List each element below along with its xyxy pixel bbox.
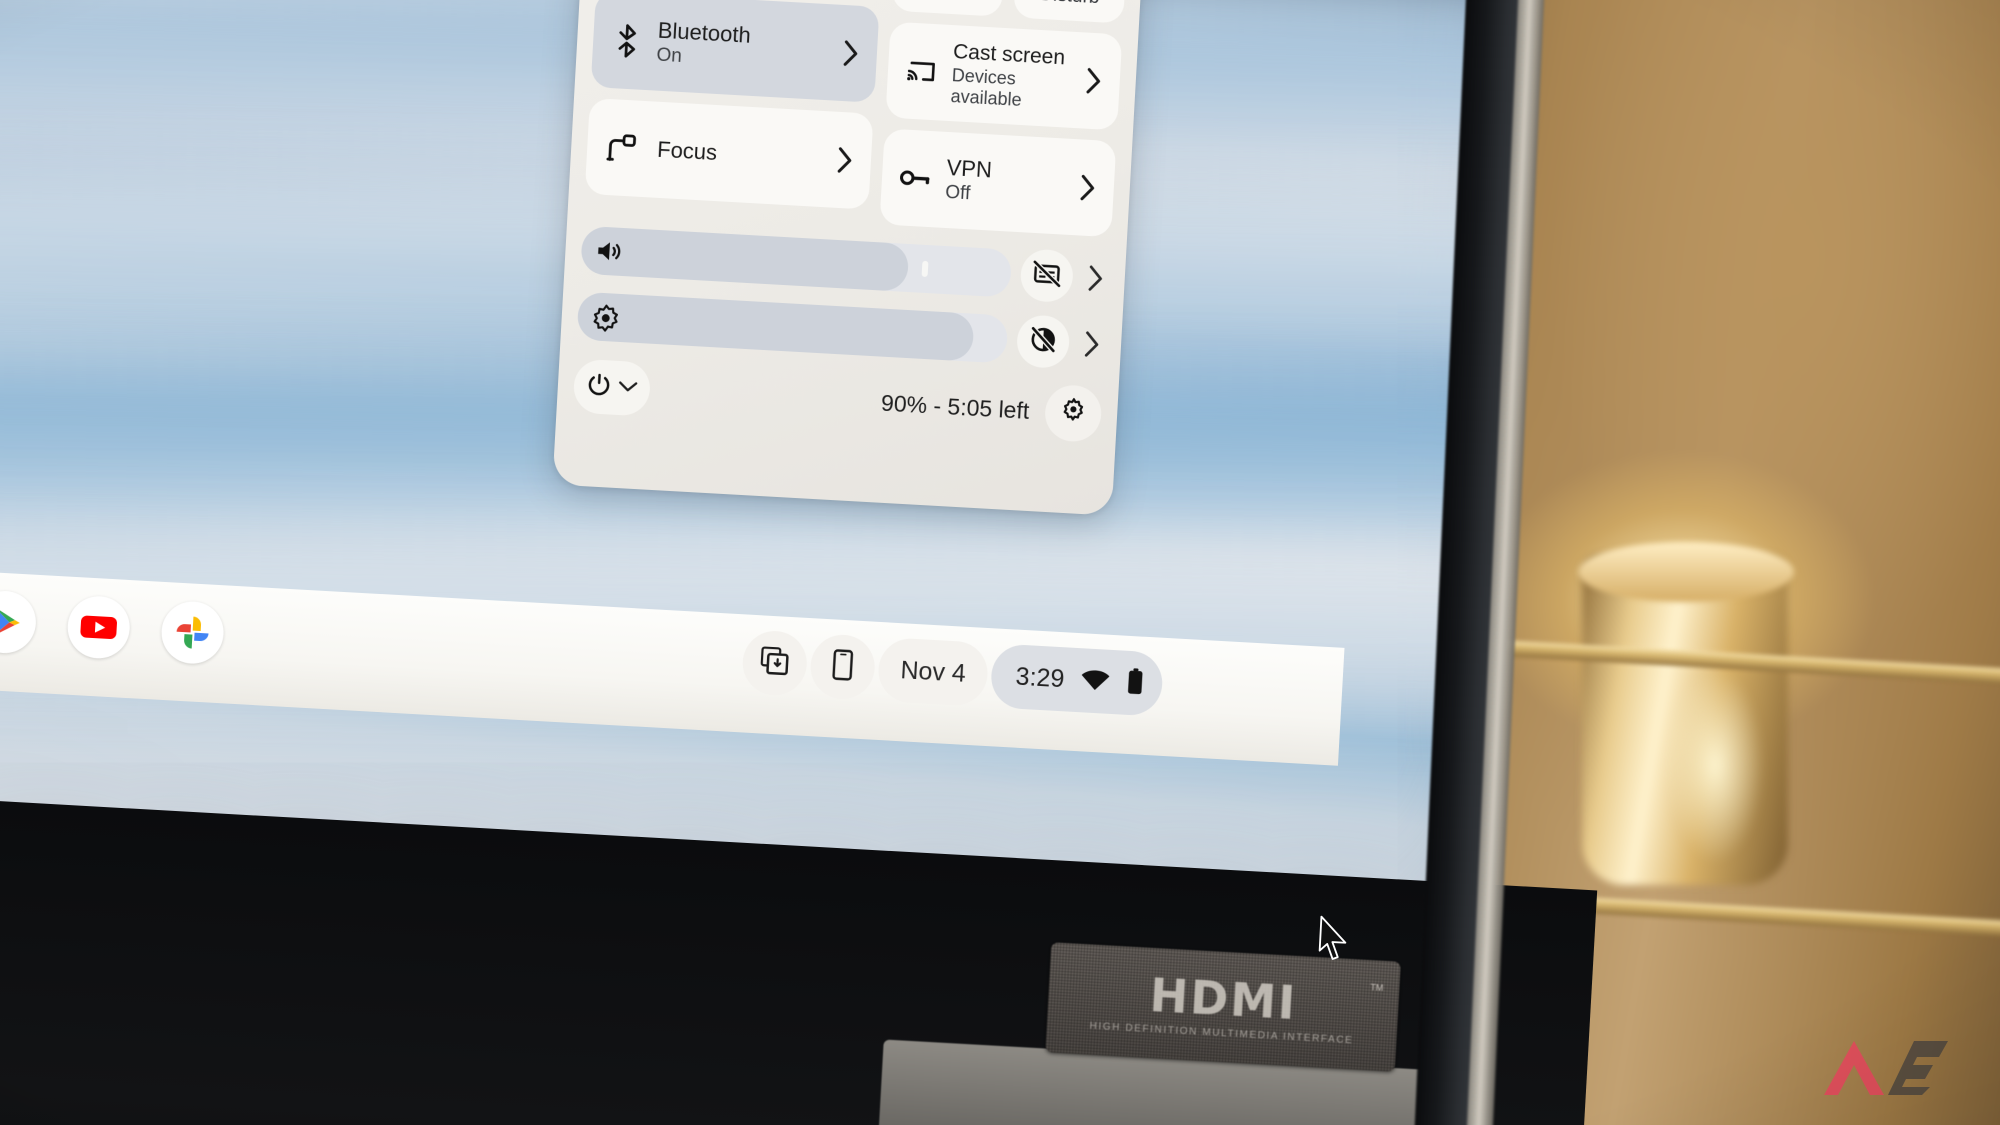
screenshot-icon	[759, 645, 791, 682]
settings-button[interactable]	[1043, 383, 1103, 443]
publisher-watermark	[1816, 1025, 1966, 1103]
do-not-disturb-label: Do Not Disturb	[1039, 0, 1101, 9]
wifi-icon	[1079, 666, 1111, 697]
chevron-right-icon[interactable]	[838, 40, 863, 67]
volume-settings-chevron[interactable]	[1082, 265, 1109, 292]
brightness-slider-fill	[576, 291, 975, 362]
gear-icon	[1058, 396, 1088, 431]
focus-tile-text: Focus	[651, 137, 834, 172]
volume-slider-handle[interactable]	[921, 260, 929, 278]
screenshot-tray-button[interactable]	[741, 629, 809, 697]
quick-settings-footer: 90% - 5:05 left	[572, 358, 1103, 443]
cast-tile-subtitle: Devices available	[950, 65, 1023, 110]
phone-hub-icon	[830, 648, 856, 686]
captions-off-button[interactable]	[1019, 248, 1075, 304]
hdmi-trademark-text: TM	[1370, 982, 1384, 993]
phone-hub-button[interactable]	[808, 633, 877, 701]
bluetooth-tile-text: Bluetooth On	[656, 18, 840, 77]
bluetooth-icon	[606, 23, 648, 59]
tray-status-area[interactable]: 3:29	[989, 643, 1164, 717]
volume-slider-fill	[580, 225, 910, 292]
chevron-right-icon[interactable]	[832, 147, 857, 174]
volume-slider[interactable]	[580, 225, 1013, 298]
captions-off-icon	[1032, 258, 1062, 292]
quick-settings-tile-bluetooth[interactable]: Bluetooth On	[590, 0, 880, 103]
brightness-slider-row	[576, 290, 1106, 371]
focus-tile-title: Focus	[656, 137, 718, 165]
shelf-item-google-photos[interactable]	[159, 599, 226, 666]
mouse-cursor	[1316, 914, 1353, 967]
quick-settings-tile-screen-capture[interactable]: Screen capture	[891, 0, 1008, 17]
battery-status-text: 90% - 5:05 left	[880, 389, 1030, 424]
quick-settings-tile-focus[interactable]: Focus	[584, 97, 874, 210]
power-menu-button[interactable]	[572, 358, 652, 417]
night-light-off-button[interactable]	[1015, 314, 1071, 370]
brightness-settings-chevron[interactable]	[1078, 331, 1105, 358]
shelf-item-youtube[interactable]	[66, 594, 132, 661]
brass-knob-top	[1578, 542, 1794, 602]
vpn-key-icon	[895, 166, 936, 190]
quick-settings-sliders	[576, 224, 1110, 371]
tray-date[interactable]: Nov 4	[876, 636, 990, 707]
chevron-right-icon[interactable]	[1075, 174, 1100, 201]
warm-glow	[1620, 640, 1810, 890]
cast-tile-text: Cast screen Devices available	[950, 40, 1084, 114]
laptop-screen: Space Comm... Strong	[0, 0, 1527, 899]
chevron-down-icon[interactable]	[617, 378, 638, 398]
cast-icon	[901, 57, 942, 85]
shelf-item-play-store[interactable]	[0, 589, 38, 655]
quick-settings-tile-cast[interactable]: Cast screen Devices available	[885, 21, 1123, 131]
desk-lamp-icon	[600, 132, 642, 164]
quick-settings-panel: Space Comm... Strong	[552, 0, 1147, 516]
screen-capture-label: Screen capture	[915, 0, 981, 2]
volume-slider-row	[580, 224, 1110, 305]
volume-up-icon	[595, 237, 625, 270]
night-light-off-icon	[1028, 324, 1058, 359]
tray-time-text: 3:29	[1014, 662, 1066, 693]
vpn-tile-subtitle: Off	[944, 182, 971, 205]
quick-settings-tile-vpn[interactable]: VPN Off	[879, 128, 1117, 238]
photo-scene: Space Comm... Strong	[0, 0, 2000, 1125]
hdmi-logo-text: HDMI	[1148, 967, 1299, 1030]
quick-settings-tile-do-not-disturb[interactable]: Do Not Disturb	[1013, 0, 1130, 24]
brightness-slider[interactable]	[576, 291, 1009, 364]
power-icon	[585, 371, 613, 403]
vpn-tile-text: VPN Off	[945, 156, 1078, 212]
chevron-right-icon[interactable]	[1081, 67, 1106, 94]
battery-icon	[1125, 666, 1145, 700]
tray-date-text: Nov 4	[899, 655, 967, 688]
brightness-icon	[591, 303, 621, 338]
